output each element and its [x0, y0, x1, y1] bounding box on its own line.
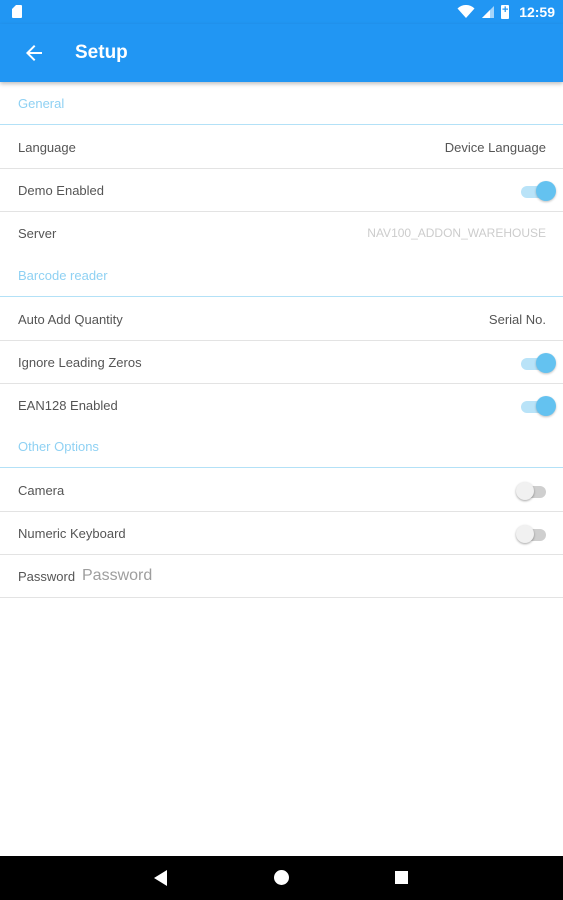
ignore-leading-zeros-toggle[interactable] [521, 352, 556, 374]
numeric-keyboard-row: Numeric Keyboard [0, 512, 563, 555]
auto-add-quantity-label: Auto Add Quantity [18, 312, 123, 327]
status-time: 12:59 [519, 4, 555, 20]
toggle-thumb [536, 181, 556, 201]
section-header-general: General [0, 83, 563, 125]
server-row[interactable]: Server NAV100_ADDON_WAREHOUSE [0, 212, 563, 255]
nav-home-icon[interactable] [274, 870, 289, 885]
camera-label: Camera [18, 483, 65, 498]
camera-row: Camera [0, 469, 563, 512]
sd-card-icon [12, 5, 22, 18]
camera-toggle[interactable] [516, 480, 550, 502]
section-header-barcode-reader: Barcode reader [0, 255, 563, 297]
toggle-thumb [516, 525, 534, 543]
server-value: NAV100_ADDON_WAREHOUSE [367, 226, 546, 240]
auto-add-quantity-value: Serial No. [488, 312, 546, 327]
ignore-leading-zeros-row: Ignore Leading Zeros [0, 341, 563, 384]
page-title: Setup [75, 42, 128, 63]
password-label: Password [18, 569, 76, 584]
status-icons: 12:59 [457, 0, 555, 24]
ean128-enabled-row: EAN128 Enabled [0, 384, 563, 427]
language-row[interactable]: Language Device Language [0, 126, 563, 169]
numeric-keyboard-toggle[interactable] [516, 523, 550, 545]
ignore-leading-zeros-label: Ignore Leading Zeros [18, 355, 142, 370]
ean128-enabled-toggle[interactable] [521, 395, 556, 417]
section-header-other-options: Other Options [0, 426, 563, 468]
nav-back-icon[interactable] [154, 870, 167, 886]
demo-enabled-row: Demo Enabled [0, 169, 563, 212]
status-bar: 12:59 [0, 0, 563, 24]
battery-icon [501, 4, 510, 19]
system-nav-bar [0, 856, 563, 900]
toggle-thumb [536, 396, 556, 416]
language-label: Language [18, 140, 76, 155]
server-label: Server [18, 226, 57, 241]
language-value: Device Language [444, 140, 546, 155]
demo-enabled-toggle[interactable] [521, 180, 556, 202]
arrow-back-icon[interactable] [22, 41, 46, 65]
password-field[interactable] [82, 563, 542, 589]
toggle-thumb [516, 482, 534, 500]
wifi-icon [457, 5, 475, 18]
app-bar: Setup [0, 24, 563, 82]
toggle-thumb [536, 353, 556, 373]
nav-recents-icon[interactable] [395, 871, 408, 884]
signal-icon [482, 6, 495, 18]
password-row: Password [0, 555, 563, 598]
demo-enabled-label: Demo Enabled [18, 183, 104, 198]
ean128-enabled-label: EAN128 Enabled [18, 398, 118, 413]
numeric-keyboard-label: Numeric Keyboard [18, 526, 126, 541]
auto-add-quantity-row[interactable]: Auto Add Quantity Serial No. [0, 298, 563, 341]
